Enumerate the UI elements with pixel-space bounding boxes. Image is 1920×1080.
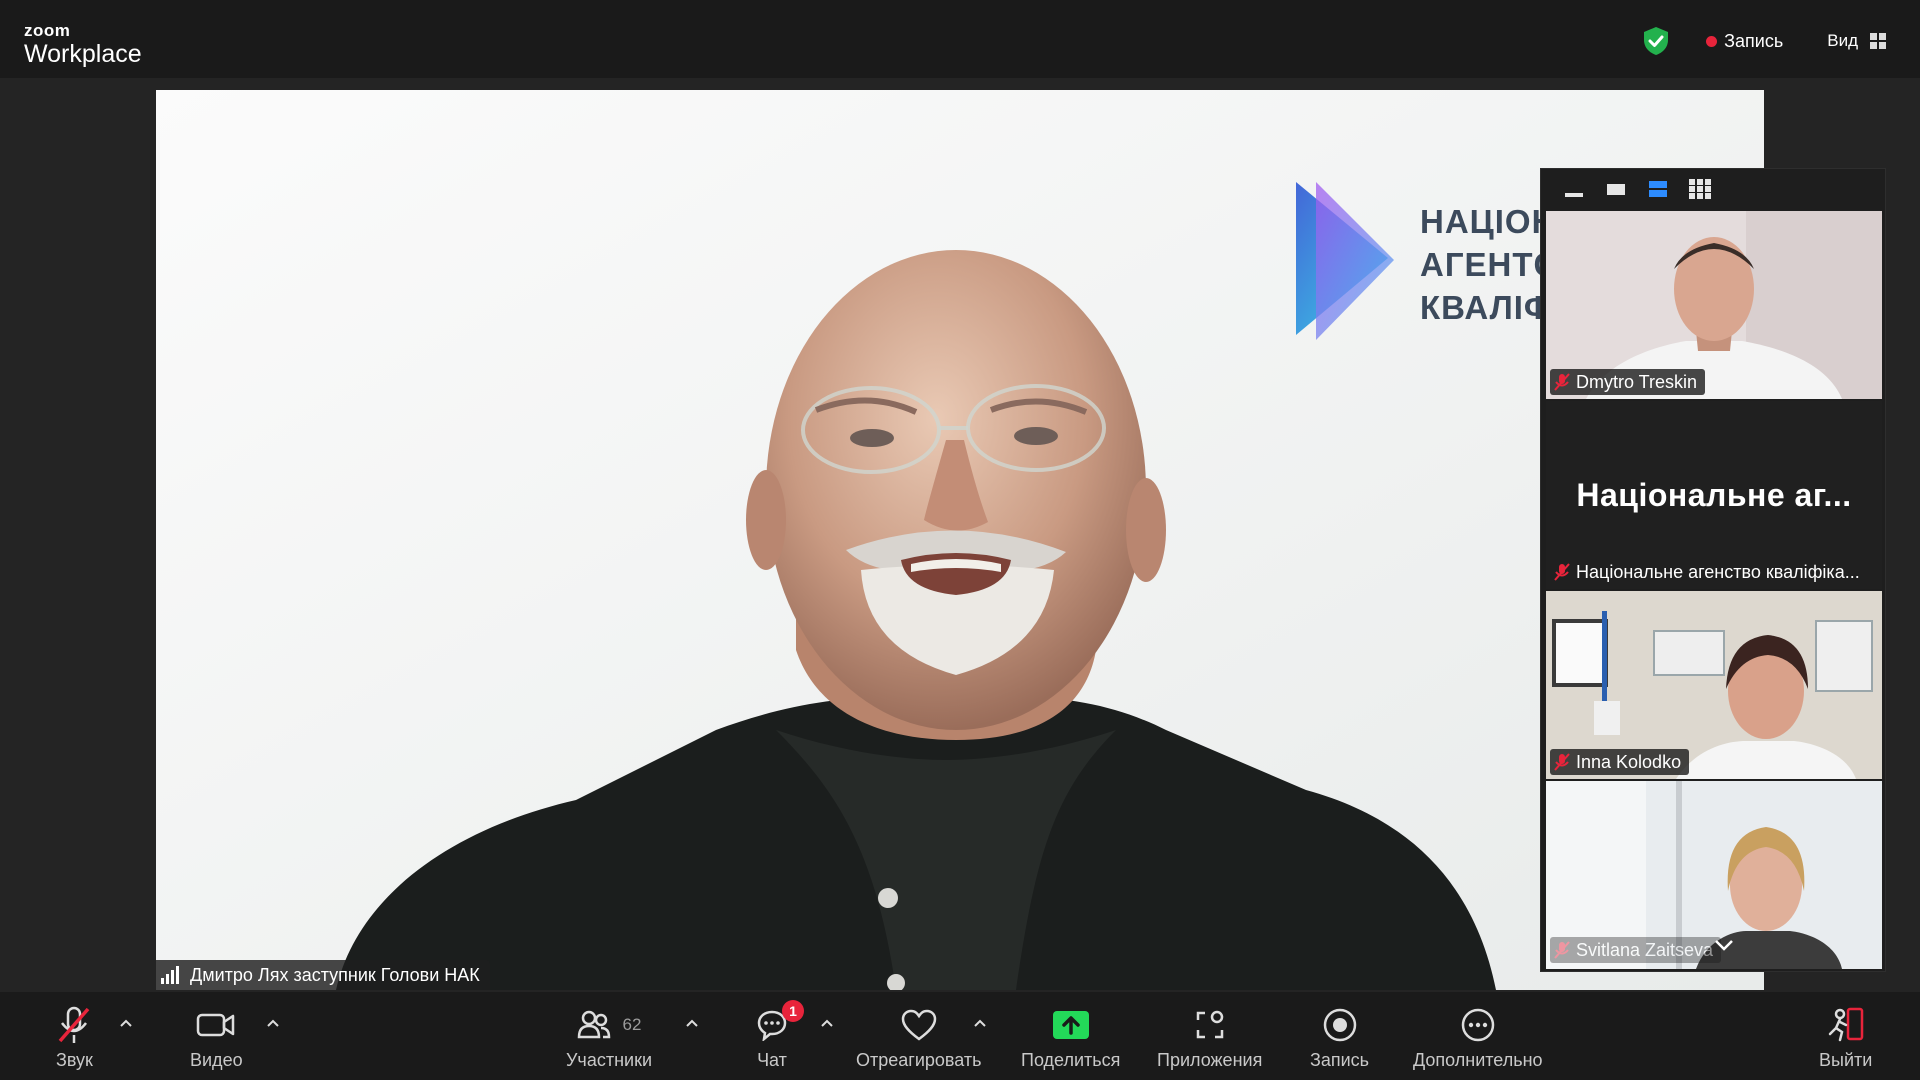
logo-line-3: КВАЛІФ [1420,289,1554,326]
participant-name-tag: Dmytro Treskin [1550,369,1706,395]
participant-name-tag: Національне агенство кваліфіка... [1550,559,1878,585]
participant-tile[interactable]: Національне аг... Національне агенство к… [1546,401,1882,589]
more-button[interactable]: Дополнительно [1413,1002,1543,1071]
organization-logo-text: НАЦІОН АГЕНТС КВАЛІФ [1420,200,1558,329]
chevron-up-icon [267,1019,279,1027]
audio-label: Звук [56,1050,93,1070]
grid-view-icon[interactable] [1689,179,1711,199]
logo-line-1: НАЦІОН [1420,203,1557,240]
brand-small: zoom [24,21,71,40]
participant-tile[interactable]: Inna Kolodko [1546,591,1882,779]
view-label: Вид [1827,31,1858,50]
security-shield-icon[interactable] [1642,26,1670,56]
view-button[interactable]: Вид [1827,31,1886,51]
record-label: Запись [1310,1050,1370,1070]
brand-big: Workplace [24,40,142,68]
chevron-up-icon [821,1019,833,1027]
chat-button[interactable]: 1 Чат [756,1000,804,1071]
react-options-caret[interactable] [971,1014,989,1032]
more-options-icon [1461,1008,1495,1042]
audio-button[interactable]: Звук [56,1002,93,1071]
leave-meeting-icon [1828,1007,1863,1042]
recording-indicator[interactable]: Запись [1706,31,1783,52]
participants-label: Участники [566,1050,652,1070]
chevron-up-icon [120,1019,132,1027]
apps-label: Приложения [1157,1050,1263,1070]
record-button[interactable]: Запись [1310,1002,1369,1071]
participants-count: 62 [622,1015,642,1034]
share-label: Поделиться [1021,1050,1121,1070]
muted-mic-icon [1554,753,1570,771]
participant-tile[interactable]: Dmytro Treskin [1546,211,1882,399]
mic-muted-icon [59,1006,90,1043]
active-speaker-video[interactable]: НАЦІОН АГЕНТС КВАЛІФ Дмитро Лях заступни… [156,90,1764,990]
chevron-down-icon [1715,940,1733,951]
speaker-name-tag: Дмитро Лях заступник Голови НАК [156,960,490,990]
participant-name: Dmytro Treskin [1576,371,1698,392]
participants-icon [577,1010,610,1039]
chevron-up-icon [974,1019,986,1027]
react-label: Отреагировать [856,1050,982,1070]
meeting-controls: Звук Видео 62 Участники 1 Чат Отреагиров… [0,992,1920,1080]
gallery-side-panel: Dmytro Treskin Національне аг... Націона… [1540,168,1886,972]
participant-display-name: Національне аг... [1576,476,1852,513]
participant-name: Національне агенство кваліфіка... [1576,561,1860,582]
speaker-only-view-icon[interactable] [1605,180,1627,198]
participants-options-caret[interactable] [683,1014,701,1032]
audio-options-caret[interactable] [117,1014,135,1032]
participants-button[interactable]: 62 Участники [566,1002,652,1071]
gallery-view-switcher [1541,169,1885,209]
react-button[interactable]: Отреагировать [856,1002,982,1071]
apps-icon [1196,1010,1223,1039]
muted-mic-icon [1554,373,1570,391]
meeting-stage: НАЦІОН АГЕНТС КВАЛІФ Дмитро Лях заступни… [0,78,1920,992]
apps-button[interactable]: Приложения [1157,1002,1262,1071]
minimize-view-icon[interactable] [1563,180,1585,198]
gallery-scroll-down[interactable] [1709,933,1739,957]
recording-dot-icon [1706,35,1718,47]
leave-button[interactable]: Выйти [1819,1002,1872,1071]
video-options-caret[interactable] [264,1014,282,1032]
video-label: Видео [190,1050,243,1070]
leave-label: Выйти [1819,1050,1873,1070]
participant-name-tag: Svitlana Zaitseva [1550,937,1722,963]
heart-icon [901,1009,937,1041]
share-screen-button[interactable]: Поделиться [1021,1002,1120,1071]
chat-unread-badge: 1 [782,1000,804,1022]
more-label: Дополнительно [1413,1050,1543,1070]
speaker-name: Дмитро Лях заступник Голови НАК [190,964,480,985]
strip-view-icon[interactable] [1647,180,1669,198]
participant-name: Inna Kolodko [1576,751,1682,772]
grid-icon [1870,33,1886,49]
top-bar: zoom Workplace Запись Вид [0,0,1920,78]
muted-mic-icon [1554,563,1570,581]
share-screen-icon [1052,1011,1089,1039]
recording-label: Запись [1724,30,1784,51]
logo-line-2: АГЕНТС [1420,246,1559,283]
participant-name: Svitlana Zaitseva [1576,939,1714,960]
zoom-logo: zoom Workplace [24,22,142,67]
chevron-up-icon [686,1019,698,1027]
video-camera-icon [197,1013,235,1037]
chat-options-caret[interactable] [818,1014,836,1032]
muted-mic-icon [1554,941,1570,959]
participant-name-tag: Inna Kolodko [1550,749,1690,775]
record-icon [1323,1008,1356,1042]
chat-label: Чат [757,1050,787,1070]
signal-strength-icon[interactable] [160,966,182,984]
video-button[interactable]: Видео [190,1002,243,1071]
